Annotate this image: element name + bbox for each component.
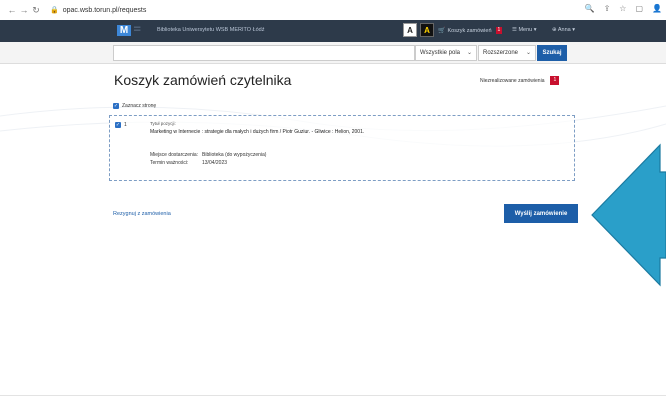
share-icon[interactable]: ⇪	[604, 4, 611, 13]
delivery-value: Biblioteka (do wypożyczenia)	[202, 152, 267, 158]
order-item: ✓ 1 Tytuł pozycji: Marketing w Interneci…	[109, 115, 575, 181]
search-mode-select[interactable]: Rozszerzone ⌄	[478, 45, 536, 61]
delivery-label: Miejsce dostarczenia:	[150, 152, 199, 158]
submit-order-button[interactable]: Wyślij zamówienie	[504, 204, 578, 223]
item-type-label: Tytuł pozycji:	[150, 121, 176, 126]
select-page-label: Zaznacz stronę	[122, 103, 157, 109]
search-mode-value: Rozszerzone	[483, 50, 519, 56]
cancel-order-link[interactable]: Rezygnuj z zamówienia	[113, 211, 171, 217]
search-fields-value: Wszystkie pola	[420, 50, 461, 56]
cart-count-badge: 1	[495, 27, 503, 34]
search-fields-select[interactable]: Wszystkie pola ⌄	[415, 45, 477, 61]
validity-value: 13/04/2023	[202, 160, 228, 166]
chevron-down-icon: ⌄	[525, 50, 531, 56]
back-icon[interactable]: ←	[6, 5, 18, 15]
delivery-row: Miejsce dostarczenia: Biblioteka (do wyp…	[150, 152, 266, 158]
library-name[interactable]: Biblioteka Uniwersytetu WSB MERITO Łódź	[157, 27, 265, 33]
search-input[interactable]	[113, 45, 415, 61]
forward-icon[interactable]: →	[18, 5, 30, 15]
sidebar-icon[interactable]: ▢	[635, 4, 643, 13]
user-icon: ⊕	[552, 27, 557, 33]
item-number: 1	[124, 122, 127, 128]
user-menu-button[interactable]: ⊕ Anna ▾	[552, 27, 575, 33]
checkbox-checked-icon: ✓	[115, 122, 121, 128]
checkbox-checked-icon: ✓	[113, 103, 119, 109]
search-bar: Wszystkie pola ⌄ Rozszerzone ⌄ Szukaj	[0, 42, 666, 64]
zoom-icon[interactable]: 🔍	[585, 4, 595, 13]
merito-logo[interactable]: M	[117, 25, 131, 36]
item-title: Marketing w Internecie : strategie dla m…	[150, 129, 365, 135]
caret-down-icon: ▾	[572, 27, 575, 33]
reload-icon[interactable]: ↻	[30, 5, 42, 16]
address-bar[interactable]: opac.wsb.torun.pl/requests	[63, 7, 147, 14]
site-header: M ═══ ═══ Biblioteka Uniwersytetu WSB MER…	[0, 20, 666, 42]
unrealized-count-badge: 1	[550, 76, 560, 85]
footer-divider	[0, 395, 666, 396]
menu-label: Menu	[518, 27, 533, 33]
cart-link[interactable]: 🛒 Koszyk zamówień 1	[438, 27, 503, 34]
user-label: Anna	[557, 27, 571, 33]
page-title: Koszyk zamówień czytelnika	[114, 72, 292, 88]
validity-label: Termin ważności:	[150, 160, 189, 166]
menu-button[interactable]: ☰ Menu ▾	[512, 27, 537, 33]
contrast-high-button[interactable]: A	[420, 23, 434, 37]
browser-toolbar: ← → ↻ 🔒 opac.wsb.torun.pl/requests 🔍 ⇪ ☆…	[0, 0, 666, 20]
validity-row: Termin ważności: 13/04/2023	[150, 160, 227, 166]
select-page-checkbox[interactable]: ✓ Zaznacz stronę	[113, 103, 156, 109]
caret-down-icon: ▾	[533, 27, 537, 33]
unrealized-orders-link[interactable]: Niezrealizowane zamówienia 1	[480, 76, 560, 85]
cart-label: Koszyk zamówień	[447, 27, 492, 34]
item-checkbox[interactable]: ✓ 1	[115, 122, 127, 128]
bookmark-star-icon[interactable]: ☆	[619, 4, 626, 13]
search-button[interactable]: Szukaj	[537, 45, 567, 61]
cart-icon: 🛒	[438, 28, 446, 34]
profile-icon[interactable]: 👤	[652, 4, 662, 13]
chevron-down-icon: ⌄	[466, 50, 472, 56]
logo-text-icon: ═══ ═══	[134, 25, 141, 32]
unrealized-orders-label: Niezrealizowane zamówienia	[480, 77, 545, 84]
browser-actions: 🔍 ⇪ ☆ ▢ 👤	[585, 4, 662, 13]
lock-icon: 🔒	[50, 7, 59, 14]
hamburger-icon: ☰	[512, 27, 517, 33]
contrast-normal-button[interactable]: A	[403, 23, 417, 37]
